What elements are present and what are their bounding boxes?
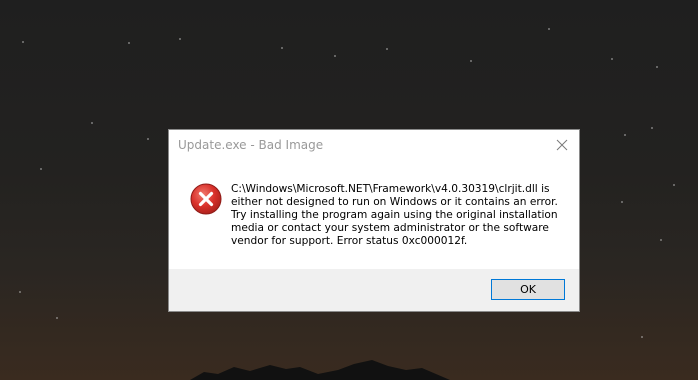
error-icon [190,183,222,215]
star [651,127,653,129]
error-message: C:\Windows\Microsoft.NET\Framework\v4.0.… [231,183,558,247]
star [19,291,21,293]
star [656,66,658,68]
star [611,58,613,60]
dialog-footer: OK [169,269,579,311]
star [22,41,24,43]
star [179,38,181,40]
star [641,336,643,338]
star [91,122,93,124]
close-button[interactable] [551,134,573,156]
star [673,184,675,186]
star [56,317,58,319]
star [40,168,42,170]
star [128,42,130,44]
star [660,239,662,241]
error-dialog: Update.exe - Bad Image C:\Windows\Micros… [168,129,580,312]
star [281,47,283,49]
star [386,48,388,50]
dialog-title: Update.exe - Bad Image [178,138,324,152]
dialog-content: C:\Windows\Microsoft.NET\Framework\v4.0.… [169,161,579,269]
ok-button[interactable]: OK [491,279,565,300]
star [548,28,550,30]
mountain-silhouette [190,360,450,380]
close-icon [556,139,568,151]
star [147,138,149,140]
title-bar[interactable]: Update.exe - Bad Image [169,130,579,161]
star [624,134,626,136]
star [470,60,472,62]
star [334,55,336,57]
star [621,201,623,203]
